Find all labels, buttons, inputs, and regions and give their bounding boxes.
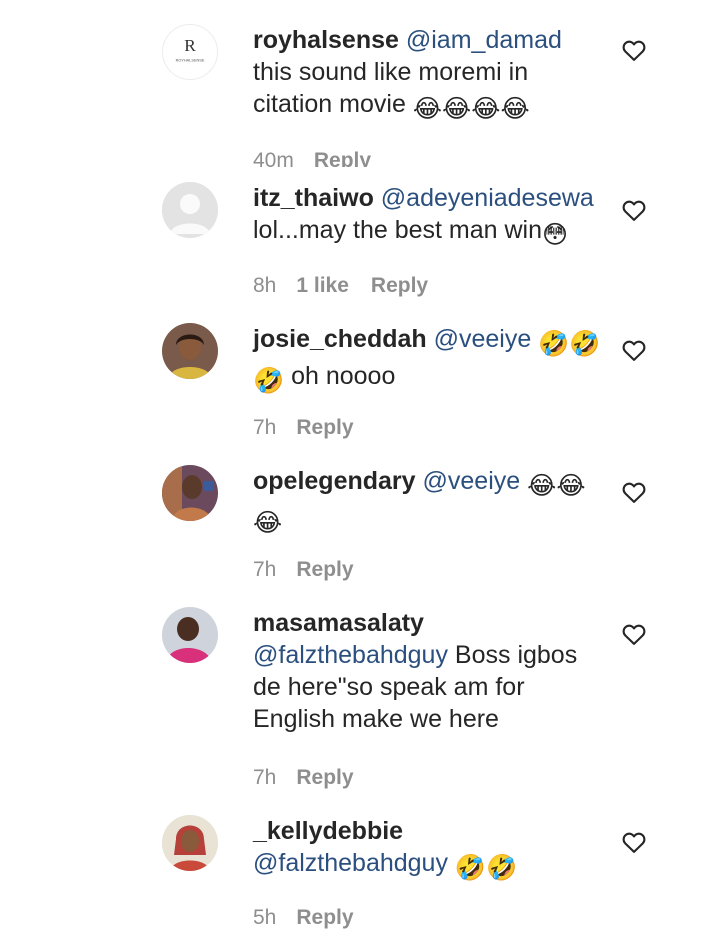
avatar[interactable]: [162, 182, 218, 238]
comment-meta: 40m Reply: [253, 149, 371, 167]
laughing-tears-emoji-icon: 😂: [253, 509, 283, 537]
laughing-tears-emoji-icon: 😂: [500, 95, 530, 123]
heart-outline-icon[interactable]: [620, 828, 648, 856]
comment-text: itz_thaiwo @adeyeniadesewa lol...may the…: [253, 182, 603, 251]
comment-username[interactable]: itz_thaiwo: [253, 184, 374, 212]
comment-username[interactable]: royhalsense: [253, 26, 399, 54]
heart-outline-icon[interactable]: [620, 36, 648, 64]
comment-text: royhalsense @iam_damad this sound like m…: [253, 24, 603, 125]
heart-outline-icon[interactable]: [620, 196, 648, 224]
comment-text: masamasalaty @falzthebahdguy Boss igbos …: [253, 607, 603, 735]
comment-text: _kellydebbie @falzthebahdguy 🤣🤣: [253, 815, 603, 884]
comment-meta: 7h Reply: [253, 558, 354, 582]
cutoff-meta: 40m Reply: [0, 145, 720, 167]
comment-meta: 7h Reply: [253, 766, 354, 790]
likes-count[interactable]: 1 like: [296, 274, 349, 297]
comment-username[interactable]: _kellydebbie: [253, 815, 603, 847]
rolling-laughing-emoji-icon: 🤣: [538, 330, 570, 358]
comment-text: opelegendary @veeiye 😂😂 😂: [253, 465, 603, 539]
svg-text:ROYHALSENSE: ROYHALSENSE: [176, 59, 205, 63]
comment-username[interactable]: opelegendary: [253, 467, 416, 495]
reply-link[interactable]: Reply: [296, 416, 353, 439]
laughing-tears-emoji-icon: 😂: [412, 95, 443, 123]
heart-outline-icon[interactable]: [620, 336, 648, 364]
brand-logo-icon: R ROYHALSENSE: [176, 36, 205, 63]
comment-time: 7h: [253, 558, 277, 581]
laughing-tears-emoji-icon: 😂: [471, 95, 501, 123]
comment-username[interactable]: masamasalaty: [253, 607, 603, 639]
laughing-tears-emoji-icon: 😂: [556, 472, 586, 500]
comment-text: josie_cheddah @veeiye 🤣🤣 🤣 oh noooo: [253, 323, 603, 397]
user-photo-avatar-icon: [162, 815, 218, 871]
comment-username[interactable]: josie_cheddah: [253, 325, 427, 353]
comment-mention[interactable]: @falzthebahdguy: [253, 641, 448, 669]
avatar[interactable]: R ROYHALSENSE: [162, 24, 218, 80]
comment-body: oh noooo: [291, 362, 396, 390]
avatar[interactable]: [162, 323, 218, 379]
rolling-laughing-emoji-icon: 🤣: [253, 367, 285, 395]
laughing-tears-emoji-icon: 😂: [442, 95, 472, 123]
rolling-laughing-emoji-icon: 🤣: [486, 854, 518, 882]
heart-outline-icon[interactable]: [620, 478, 648, 506]
default-user-avatar-icon: [162, 182, 218, 238]
rolling-laughing-emoji-icon: 🤣: [454, 854, 487, 882]
svg-text:R: R: [184, 36, 196, 55]
comment-time: 5h: [253, 906, 277, 929]
reply-link[interactable]: Reply: [296, 906, 353, 929]
rolling-laughing-emoji-icon: 🤣: [569, 330, 601, 358]
flushed-face-emoji-icon: 😳: [542, 221, 569, 249]
reply-link[interactable]: Reply: [314, 149, 371, 167]
comment-meta: 8h 1 like Reply: [253, 274, 428, 298]
reply-link[interactable]: Reply: [371, 274, 428, 297]
avatar[interactable]: [162, 465, 218, 521]
avatar[interactable]: [162, 815, 218, 871]
user-photo-avatar-icon: [162, 323, 218, 379]
comment-mention[interactable]: @veeiye: [434, 325, 532, 353]
comment-time: 7h: [253, 416, 277, 439]
reply-link[interactable]: Reply: [296, 766, 353, 789]
comment-time: 7h: [253, 766, 277, 789]
comment-time: 40m: [253, 149, 294, 167]
comment-mention[interactable]: @adeyeniadesewa: [381, 184, 594, 212]
comment-mention[interactable]: @veeiye: [423, 467, 521, 495]
comment-meta: 5h Reply: [253, 906, 354, 930]
user-photo-avatar-icon: [162, 465, 218, 521]
avatar[interactable]: [162, 607, 218, 663]
comment-meta: 7h Reply: [253, 416, 354, 440]
laughing-tears-emoji-icon: 😂: [527, 472, 557, 500]
user-photo-avatar-icon: [162, 607, 218, 663]
comment-body: lol...may the best man win: [253, 216, 543, 244]
heart-outline-icon[interactable]: [620, 620, 648, 648]
reply-link[interactable]: Reply: [296, 558, 353, 581]
comment-time: 8h: [253, 274, 277, 297]
comment-mention[interactable]: @iam_damad: [406, 26, 562, 54]
comment-mention[interactable]: @falzthebahdguy: [253, 849, 448, 877]
